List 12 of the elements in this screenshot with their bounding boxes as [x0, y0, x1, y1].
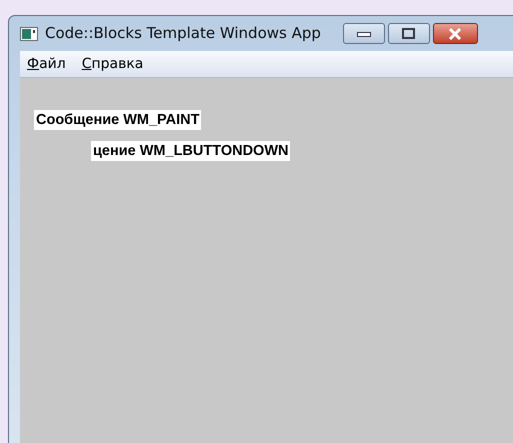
menu-item[interactable]: Справка — [74, 54, 152, 74]
window-title: Code::Blocks Template Windows App — [45, 23, 321, 44]
minimize-icon — [356, 30, 371, 36]
menu-item[interactable]: Файл — [20, 54, 75, 74]
maximize-icon — [402, 28, 416, 39]
app-icon — [20, 26, 38, 40]
close-icon — [448, 28, 462, 40]
minimize-button[interactable] — [342, 23, 385, 44]
painted-text: Сообщение WM_PAINT — [34, 110, 202, 130]
maximize-button[interactable] — [388, 23, 430, 44]
painted-text: цение WM_LBUTTONDOWN — [91, 141, 290, 161]
close-button[interactable] — [432, 23, 478, 44]
